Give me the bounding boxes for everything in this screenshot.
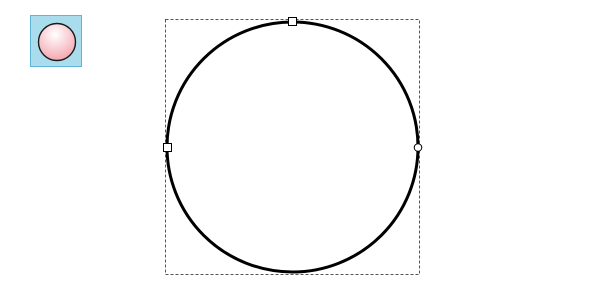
stage-svg — [163, 17, 423, 275]
left-resize-handle[interactable] — [163, 143, 172, 152]
circle-shape[interactable] — [165, 20, 420, 274]
right-rotation-handle[interactable] — [413, 143, 423, 152]
top-resize-handle[interactable] — [288, 17, 297, 26]
drawing-canvas[interactable] — [0, 0, 600, 300]
